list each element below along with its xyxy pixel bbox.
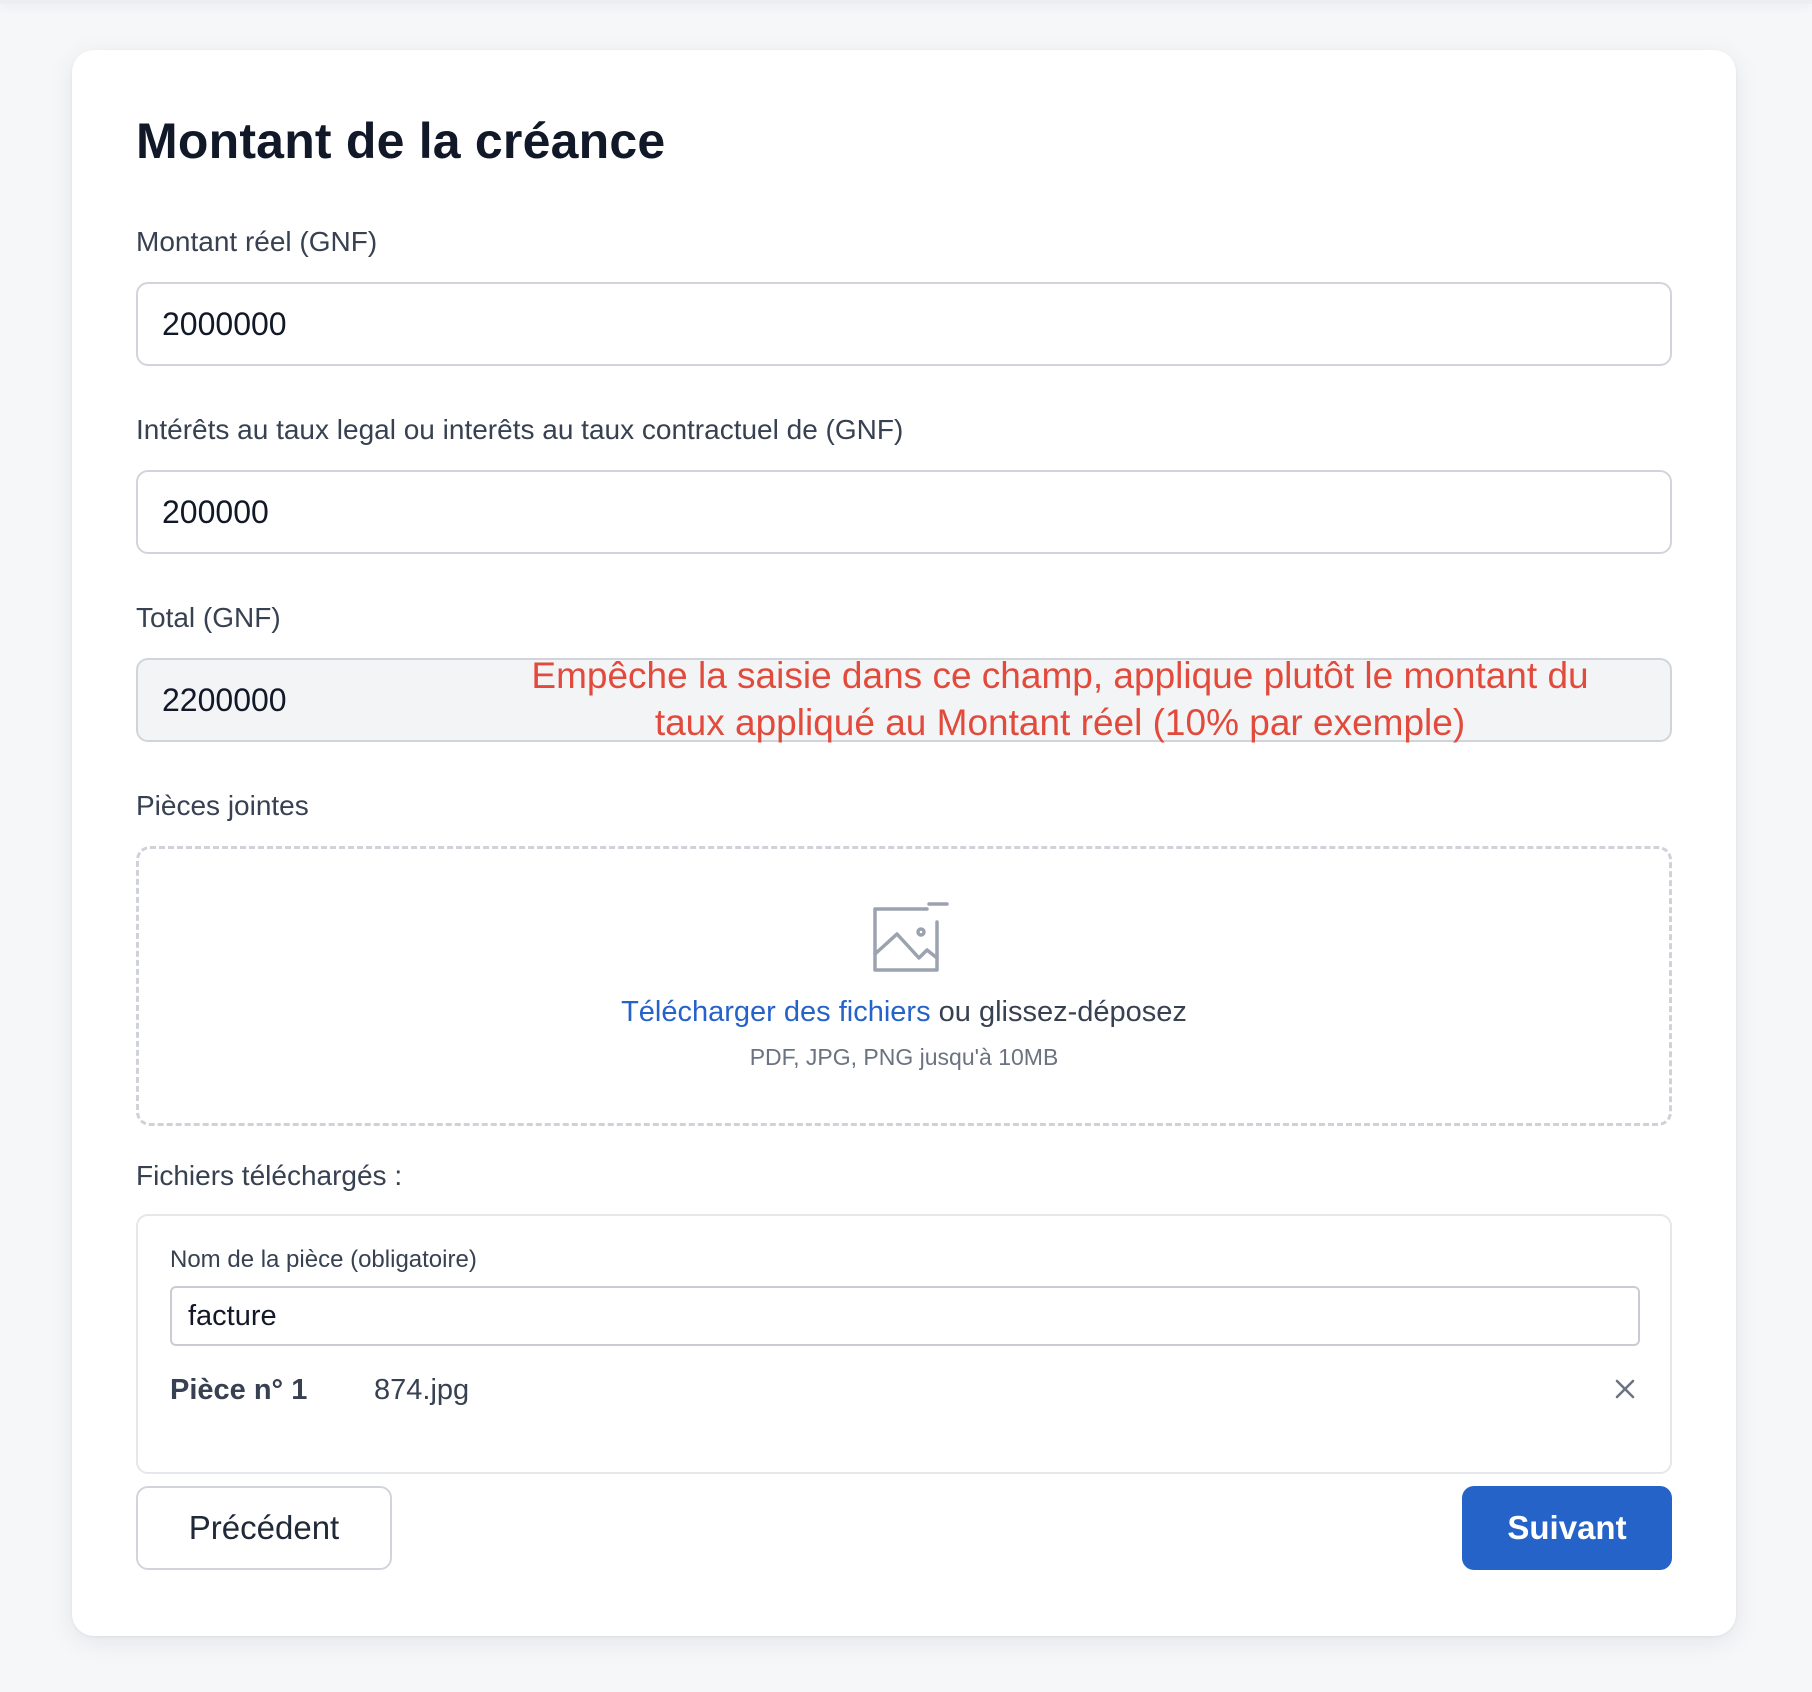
uploaded-files-label: Fichiers téléchargés : [136,1160,403,1191]
upload-files-link[interactable]: Télécharger des fichiers [621,996,930,1028]
interets-label: Intérêts au taux legal ou interêts au ta… [136,414,904,445]
annotation-note: Empêche la saisie dans ce champ, appliqu… [531,655,1589,743]
image-upload-icon [869,900,951,981]
montant-reel-label: Montant réel (GNF) [136,226,378,257]
file-type-hint: PDF, JPG, PNG jusqu'à 10MB [749,1044,1059,1070]
interets-input[interactable] [136,470,1672,554]
piece-name-label: Nom de la pièce (obligatoire) [170,1246,477,1273]
uploaded-file-card: Nom de la pièce (obligatoire) Pièce n° 1… [136,1214,1672,1474]
drag-drop-text: ou glissez-déposez [938,996,1187,1028]
file-dropzone[interactable] [136,846,1672,1126]
page-title: Montant de la créance [136,113,666,169]
top-bar-shadow [0,0,1812,4]
close-icon[interactable] [1614,1378,1636,1405]
piece-name-input[interactable] [170,1286,1640,1346]
next-button[interactable]: Suivant [1462,1486,1672,1570]
form-card: Montant de la créance Montant réel (GNF)… [72,50,1736,1636]
montant-reel-input[interactable] [136,282,1672,366]
previous-button[interactable]: Précédent [136,1486,392,1570]
pieces-jointes-label: Pièces jointes [136,790,309,821]
piece-number-label: Pièce n° 1 [170,1374,308,1406]
dropzone-text: Télécharger des fichiers ou glissez-dépo… [136,996,1672,1029]
total-label: Total (GNF) [136,602,281,633]
file-name: 874.jpg [374,1374,470,1406]
